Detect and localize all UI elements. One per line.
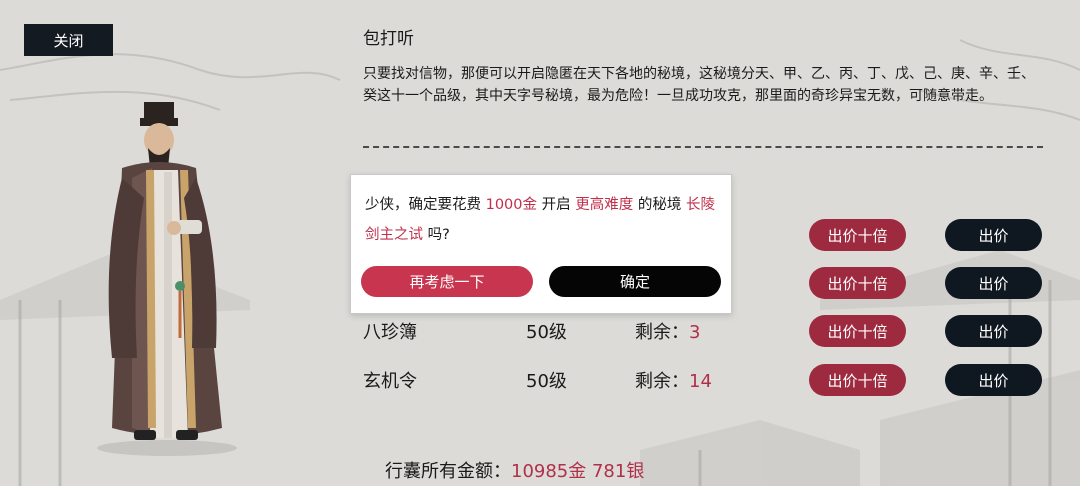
merchant-character-portrait: [97, 102, 237, 456]
remain-count: 3: [689, 322, 701, 343]
dashed-divider: [363, 146, 1043, 148]
remain-label: 剩余：: [635, 371, 689, 392]
bid-button[interactable]: 出价: [945, 315, 1042, 347]
item-name: 玄机令: [363, 371, 417, 392]
bid-ten-button[interactable]: 出价十倍: [809, 267, 906, 299]
confirm-button[interactable]: 确定: [549, 266, 721, 297]
confirm-dialog: 少侠，确定要花费 1000金 开启 更高难度 的秘境 长陵剑主之试 吗? 再考虑…: [350, 174, 732, 314]
dialog-text: 开启: [537, 197, 576, 213]
bid-button[interactable]: 出价: [945, 219, 1042, 251]
bid-ten-button[interactable]: 出价十倍: [809, 364, 906, 396]
dialog-text: 的秘境: [633, 197, 686, 213]
list-item: 八珍簿 50级 剩余：3 出价十倍 出价: [363, 312, 1063, 352]
remain-label: 剩余：: [635, 322, 689, 343]
list-item: 玄机令 50级 剩余：14 出价十倍 出价: [363, 361, 1063, 401]
info-title: 包打听: [363, 29, 414, 49]
item-remaining: 剩余：14: [635, 367, 712, 393]
dialog-text: 吗?: [423, 227, 450, 243]
dialog-message: 少侠，确定要花费 1000金 开启 更高难度 的秘境 长陵剑主之试 吗?: [365, 190, 715, 250]
bid-button[interactable]: 出价: [945, 267, 1042, 299]
bid-ten-button[interactable]: 出价十倍: [809, 219, 906, 251]
gold-amount: 10985金 781银: [511, 461, 645, 482]
cancel-button[interactable]: 再考虑一下: [361, 266, 533, 297]
dialog-difficulty: 更高难度: [575, 197, 634, 213]
bid-ten-button[interactable]: 出价十倍: [809, 315, 906, 347]
item-level: 50级: [526, 322, 567, 343]
gold-balance: 行囊所有金额：10985金 781银: [385, 457, 644, 483]
bid-button[interactable]: 出价: [945, 364, 1042, 396]
item-name: 八珍簿: [363, 322, 417, 343]
info-description: 只要找对信物，那便可以开启隐匿在天下各地的秘境，这秘境分天、甲、乙、丙、丁、戊、…: [363, 66, 1035, 104]
item-remaining: 剩余：3: [635, 318, 700, 344]
dialog-cost: 1000金: [485, 197, 538, 213]
close-button[interactable]: 关闭: [24, 24, 113, 56]
item-level: 50级: [526, 371, 567, 392]
gold-label: 行囊所有金额：: [385, 461, 511, 482]
remain-count: 14: [689, 371, 712, 392]
dialog-text: 少侠，确定要花费: [365, 197, 486, 213]
